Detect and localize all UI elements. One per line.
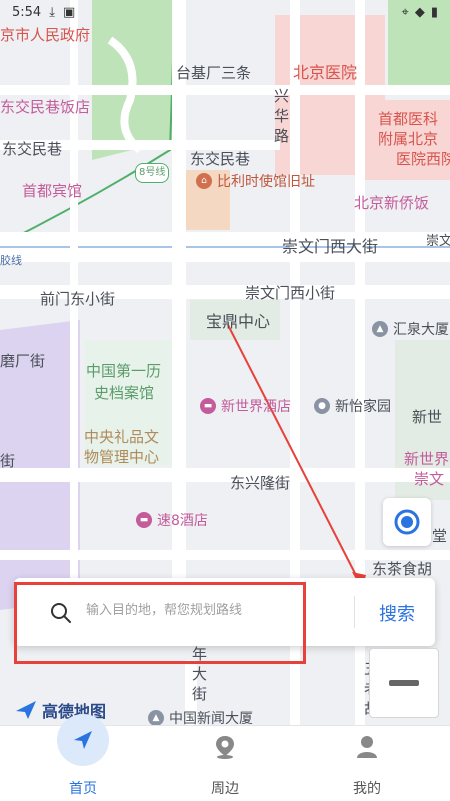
nav-nearby-label: 周边 [211, 781, 239, 797]
map-label-shoudu-a: 首都医科 [378, 110, 439, 128]
minus-icon [389, 680, 419, 686]
map-label-chongwen2: 崇文 [414, 470, 445, 488]
poi-newworld-label: 新世界酒店 [221, 399, 291, 415]
map-label-church: 堂 [432, 527, 448, 545]
map-label-dongjiao-a: 东交民巷 [2, 140, 63, 158]
nav-nearby[interactable]: 周边 [170, 726, 280, 801]
map-label-xinqiao: 北京新侨饭 [354, 194, 430, 212]
app-notification-icon: ▣ [62, 4, 76, 20]
map-label-mochang: 磨厂街 [0, 352, 46, 370]
map-label-culture-a: 中央礼品文 [84, 428, 160, 446]
user-icon [355, 734, 379, 764]
download-icon: ⤓ [49, 4, 55, 20]
poi-xinyi[interactable]: ● 新怡家园 [314, 396, 391, 416]
residence-icon: ● [314, 398, 330, 414]
poi-cns-label: 中国新闻大厦 [169, 711, 253, 725]
map-label-xinghua: 兴华路 [274, 87, 290, 145]
nav-home-label: 首页 [69, 781, 97, 797]
map-label-qianmen: 前门东小街 [40, 290, 116, 308]
status-time: 5:54 [12, 4, 42, 20]
map-label-culture-b: 物管理中心 [84, 448, 160, 466]
map-label-archives-b: 史档案馆 [94, 384, 155, 402]
hotel-icon: ▬ [136, 512, 152, 528]
poi-huiquan-label: 汇泉大厦 [393, 322, 449, 338]
hotel-icon: ▬ [200, 398, 216, 414]
nav-mine[interactable]: 我的 [312, 726, 422, 801]
map-label-da: 大 [192, 665, 208, 683]
zoom-out-button[interactable] [369, 648, 439, 718]
locate-button[interactable] [383, 498, 431, 546]
building-icon: ▲ [148, 710, 164, 725]
search-divider [354, 596, 355, 628]
map-label-newworld3: 新世界 [404, 450, 450, 468]
landmark-icon: ⌂ [196, 173, 212, 189]
map-label-baoding: 宝鼎中心 [206, 312, 271, 331]
search-button[interactable]: 搜索 [362, 596, 432, 630]
location-icon: ⌖ [401, 4, 409, 20]
nav-home[interactable]: 首页 [28, 714, 138, 801]
map-label-jie: 街 [192, 685, 208, 703]
highlight-annotation-box [14, 582, 306, 664]
amap-logo-icon [16, 701, 36, 719]
subway-line8-badge: 8号线 [135, 163, 170, 183]
status-bar: 5:54 ⤓ ▣ ⌖ ◆ ▮ [0, 0, 450, 24]
bottom-nav: 首页 周边 我的 [0, 714, 450, 801]
map-label-archives-a: 中国第一历 [86, 362, 162, 380]
map-label-gov: 京市人民政府 [0, 26, 91, 44]
wifi-icon: ◆ [414, 4, 425, 20]
navigate-arrow-icon [57, 714, 109, 766]
map-label-taiji: 台基厂三条 [176, 64, 252, 82]
locate-icon [394, 509, 420, 535]
building-icon: ▲ [372, 321, 388, 337]
map-label-shoudu-c: 医院西院 [396, 150, 450, 168]
map-label-dongjiaominxiang-hotel: 东交民巷饭店 [0, 98, 91, 116]
map-label-dongcha: 东茶食胡 [372, 560, 433, 578]
map-label-hospital: 北京医院 [293, 63, 358, 82]
poi-newworld[interactable]: ▬ 新世界酒店 [200, 396, 291, 416]
poi-huiquan[interactable]: ▲ 汇泉大厦 [372, 319, 449, 339]
map-label-chongwen-ave: 崇文门西大街 [282, 237, 379, 256]
map-label-shoudu-hotel: 首都宾馆 [22, 182, 83, 200]
map-label-shoudu-b: 附属北京 [378, 130, 439, 148]
map-label-jie2: 街 [0, 452, 16, 470]
nav-mine-label: 我的 [353, 781, 381, 797]
poi-belgium[interactable]: ⌂ 比利时使馆旧址 [196, 171, 315, 191]
poi-belgium-label: 比利时使馆旧址 [217, 174, 315, 190]
map-label-dongjiao-b: 东交民巷 [190, 150, 251, 168]
battery-icon: ▮ [430, 4, 438, 20]
poi-sutang[interactable]: ▬ 速8酒店 [136, 510, 208, 530]
map-label-chongwen-badge: 崇文 [426, 234, 450, 249]
poi-cns[interactable]: ▲ 中国新闻大厦 [148, 708, 253, 725]
poi-xinyi-label: 新怡家园 [335, 399, 391, 415]
nearby-pin-icon [213, 734, 237, 764]
map-label-dongxinglong: 东兴隆街 [230, 474, 291, 492]
map-label-newworld2: 新世 [412, 408, 443, 426]
poi-sutang-label: 速8酒店 [157, 513, 208, 529]
map-label-jiao-line: 胶线 [0, 254, 22, 267]
map-label-chongwen-xiaojie: 崇文门西小街 [245, 284, 336, 302]
